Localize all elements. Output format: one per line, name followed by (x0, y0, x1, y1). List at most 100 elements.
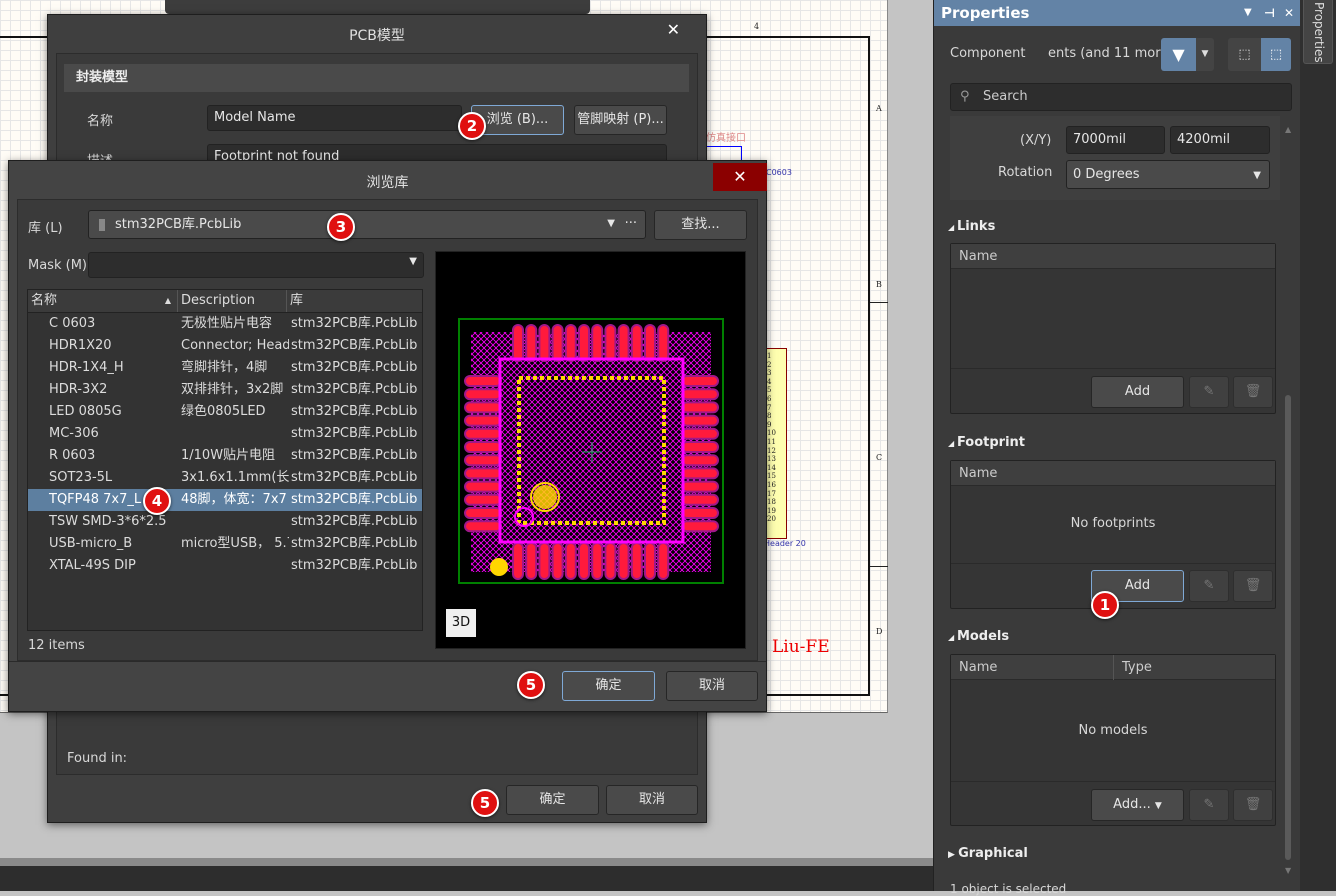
models-section-header[interactable]: ◢ Models (948, 629, 1009, 644)
ok-button[interactable]: 确定 (562, 671, 655, 701)
row-library: stm32PCB库.PcbLib (291, 558, 418, 573)
models-add-label: Add... (1113, 797, 1151, 812)
horizontal-scrollbar[interactable] (0, 858, 933, 866)
links-column-name: Name (951, 244, 1275, 269)
step-badge-5: 5 (471, 789, 499, 817)
footprint-preview[interactable]: 3D (435, 251, 746, 649)
pad (681, 454, 719, 467)
select-inside-icon[interactable]: ⬚ (1228, 38, 1261, 71)
pad (578, 324, 590, 362)
vertical-scrollbar[interactable] (1285, 395, 1291, 860)
pin-number: 10 (767, 429, 776, 438)
pin1-dot (533, 485, 557, 509)
row-description: 绿色0805LED (181, 404, 266, 419)
pin-number: 5 (767, 386, 772, 395)
cancel-button[interactable]: 取消 (666, 671, 758, 701)
menu-icon[interactable]: ▼ (1244, 0, 1252, 26)
pad (538, 542, 551, 580)
column-description[interactable]: Description (178, 290, 287, 312)
x-input[interactable]: 7000mil (1066, 126, 1165, 154)
mask-input[interactable]: ▼ (88, 252, 424, 278)
table-row[interactable]: TSW SMD-3*6*2.5 stm32PCB库.PcbLib (28, 511, 422, 533)
list-header: 名称 ▲ Description 库 (28, 290, 422, 313)
table-row[interactable]: MC-306 stm32PCB库.PcbLib (28, 423, 422, 445)
pin-number: 17 (767, 489, 776, 498)
row-name: MC-306 (49, 426, 99, 441)
graphical-section-header[interactable]: ▶ Graphical (948, 846, 1028, 861)
floating-toolbar[interactable] (165, 0, 590, 14)
ok-button[interactable]: 确定 (506, 785, 599, 815)
models-column-name: Name (959, 660, 998, 675)
table-row[interactable]: LED 0805G 绿色0805LED stm32PCB库.PcbLib (28, 401, 422, 423)
more-icon[interactable]: ··· (625, 214, 637, 233)
column-name[interactable]: 名称 ▲ (28, 290, 178, 312)
edit-icon[interactable]: ✎ (1189, 570, 1229, 602)
filter-icon[interactable]: ▼ (1161, 38, 1196, 71)
pad (464, 375, 502, 387)
pad (464, 414, 502, 427)
scroll-up-icon[interactable]: ▲ (1285, 125, 1291, 134)
trash-icon[interactable]: 🗑 (1233, 570, 1273, 602)
cancel-button[interactable]: 取消 (606, 785, 698, 815)
properties-side-tab[interactable]: Properties (1303, 0, 1333, 64)
pad (604, 324, 617, 362)
3d-view-button[interactable]: 3D (446, 609, 476, 637)
header-component[interactable]: 1 2 3 4 5 6 7 8 9 10 11 12 13 14 15 16 17 18 19 20 (766, 348, 787, 539)
pin-number: 8 (767, 412, 772, 421)
step-badge-1: 1 (1091, 591, 1119, 619)
pad (617, 542, 630, 580)
table-row[interactable]: HDR-3X2 双排排针，3x2脚 stm32PCB库.PcbLib (28, 379, 422, 401)
links-add-button[interactable]: Add (1091, 376, 1184, 408)
zone-a: A (876, 104, 882, 113)
table-row[interactable]: R 0603 1/10W贴片电阻 stm32PCB库.PcbLib (28, 445, 422, 467)
side-tab-label: Properties (1312, 2, 1326, 63)
library-dropdown[interactable]: stm32PCB库.PcbLib ▼ ··· (88, 210, 646, 239)
name-label: 名称 (87, 114, 114, 129)
footprint-section-header[interactable]: ◢ Footprint (948, 435, 1025, 450)
scroll-down-icon[interactable]: ▼ (1285, 866, 1291, 875)
pad (681, 375, 719, 387)
table-row[interactable]: HDR1X20 Connector; Headerstm32PCB库.PcbLib (28, 335, 422, 357)
models-add-dropdown-button[interactable]: Add... ▼ (1091, 789, 1184, 821)
table-row[interactable]: SOT23-5L 3x1.6x1.1mm(长宽stm32PCB库.PcbLib (28, 467, 422, 489)
column-library[interactable]: 库 (287, 290, 422, 312)
select-touching-icon[interactable]: ⬚ (1261, 38, 1291, 71)
footprint-list[interactable]: 名称 ▲ Description 库 C 0603 无极性贴片电容 stm32PCB库… (27, 289, 423, 631)
pad (464, 520, 502, 533)
close-icon[interactable]: ✕ (667, 20, 680, 39)
links-title: Links (956, 219, 996, 234)
edit-icon[interactable]: ✎ (1189, 789, 1229, 821)
close-icon[interactable]: ✕ (1284, 0, 1294, 26)
links-section-header[interactable]: ◢ Links (948, 219, 995, 234)
rotation-dropdown[interactable]: 0 Degrees ▼ (1066, 160, 1270, 189)
search-input[interactable]: ⚲ Search (950, 83, 1292, 111)
y-input[interactable]: 4200mil (1170, 126, 1270, 154)
trash-icon[interactable]: 🗑 (1233, 376, 1273, 408)
row-library: stm32PCB库.PcbLib (291, 316, 418, 331)
find-button[interactable]: 查找... (654, 210, 747, 240)
table-row[interactable]: HDR-1X4_H 弯脚排针，4脚 stm32PCB库.PcbLib (28, 357, 422, 379)
edit-icon[interactable]: ✎ (1189, 376, 1229, 408)
model-name-input[interactable]: Model Name (207, 105, 462, 131)
sort-asc-icon: ▲ (164, 296, 171, 305)
pin-icon[interactable]: ⊣ (1264, 0, 1275, 26)
row-library: stm32PCB库.PcbLib (291, 492, 418, 507)
close-button[interactable]: ✕ (713, 163, 767, 191)
table-row[interactable]: C 0603 无极性贴片电容 stm32PCB库.PcbLib (28, 313, 422, 335)
pin-number: 18 (767, 498, 776, 507)
step-badge-5: 5 (517, 671, 545, 699)
table-row[interactable]: XTAL-49S DIP stm32PCB库.PcbLib (28, 555, 422, 577)
pin-number: 13 (767, 455, 776, 464)
pad (657, 324, 670, 362)
pad (564, 542, 577, 580)
trash-icon[interactable]: 🗑 (1233, 789, 1273, 821)
row-description: 1/10W贴片电阻 (181, 448, 276, 463)
row-library: stm32PCB库.PcbLib (291, 426, 418, 441)
table-row[interactable]: TQFP48 7x7_L 48脚，体宽：7x7 stm32PCB库.PcbLib (28, 489, 422, 511)
pad (604, 542, 617, 580)
chevron-down-icon[interactable]: ▼ (1196, 38, 1214, 71)
row-name: LED 0805G (49, 404, 122, 419)
divider (951, 368, 1275, 369)
table-row[interactable]: USB-micro_B micro型USB， 5.7 stm32PCB库.PcbLi… (28, 533, 422, 555)
pin-map-button[interactable]: 管脚映射 (P)... (574, 105, 667, 135)
